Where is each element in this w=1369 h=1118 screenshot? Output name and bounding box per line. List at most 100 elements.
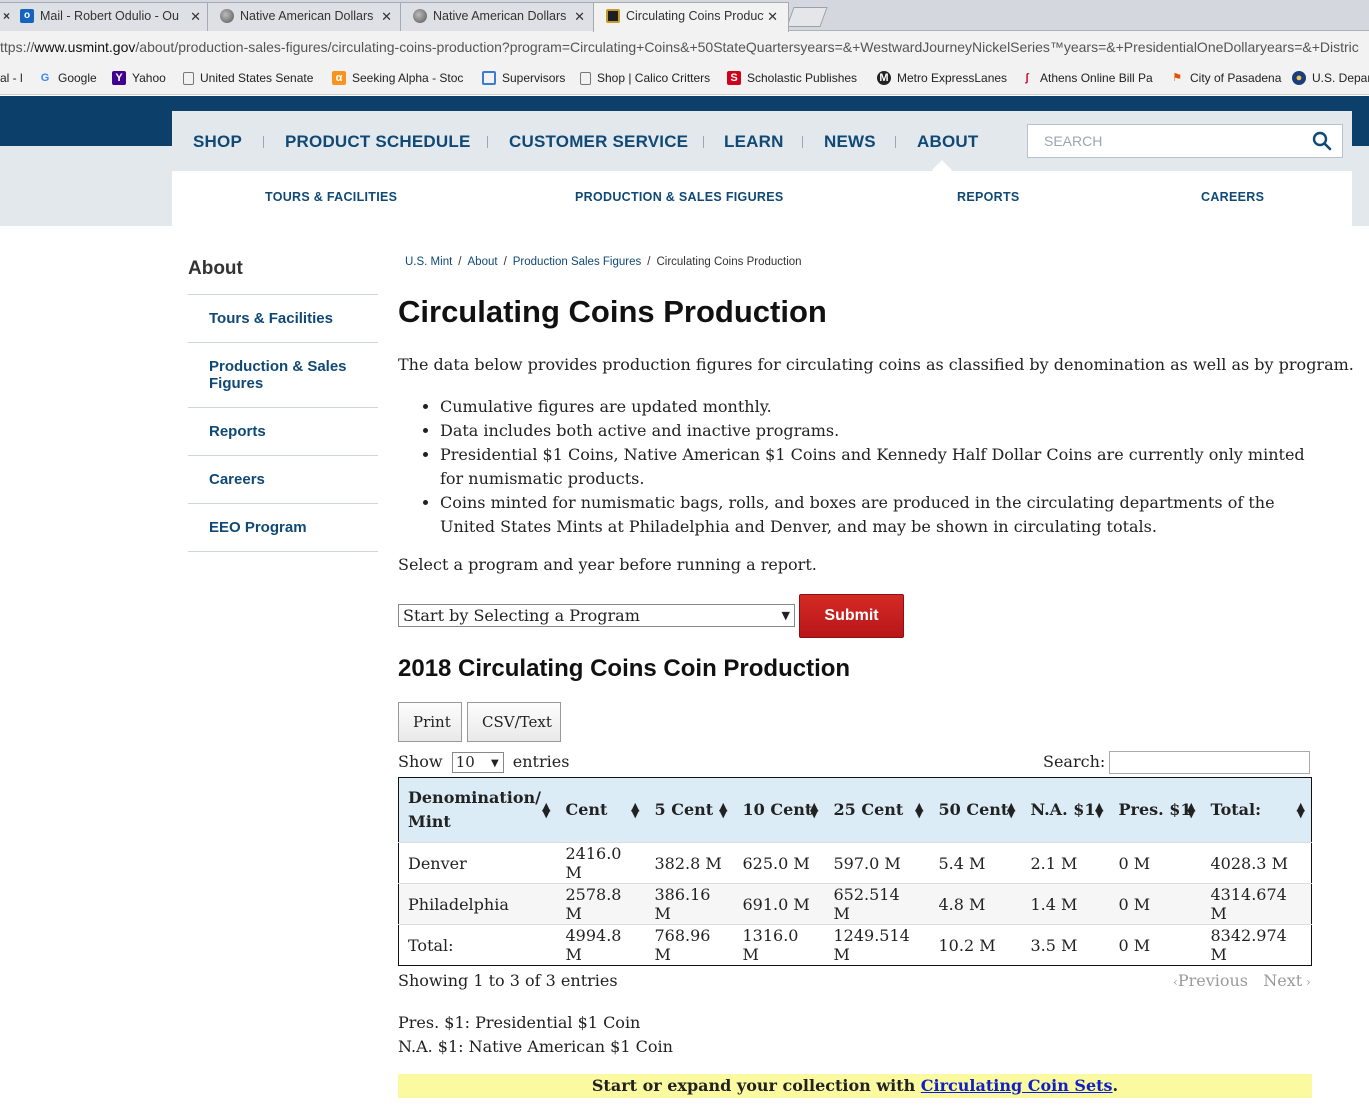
col-header-50-cent[interactable]: 50 Cent ▲ ▼ bbox=[929, 777, 1022, 843]
metro-icon: M bbox=[877, 71, 891, 85]
sidebar-item-tours-facilities[interactable]: Tours & Facilities bbox=[188, 295, 378, 343]
program-select[interactable]: Start by Selecting a Program ▼ bbox=[398, 604, 795, 627]
bookmark-pasadena[interactable]: ⚑ City of Pasadena bbox=[1170, 71, 1281, 85]
breadcrumb: U.S. Mint / About / Production Sales Figures… bbox=[405, 256, 802, 268]
scholastic-icon: S bbox=[727, 71, 741, 85]
bookmark-athens[interactable]: ʃ Athens Online Bill Pa bbox=[1020, 71, 1153, 85]
nav-shop[interactable]: SHOP bbox=[193, 132, 242, 152]
info-bullets: Cumulative figures are updated monthly. … bbox=[440, 395, 1320, 539]
square-icon bbox=[482, 71, 496, 85]
yahoo-icon: Y bbox=[112, 71, 126, 85]
coin-icon bbox=[413, 9, 427, 23]
table-cell: 597.0 M bbox=[824, 842, 930, 884]
alpha-icon: α bbox=[332, 71, 346, 85]
tab-close-icon[interactable]: ✕ bbox=[381, 9, 392, 25]
bookmark-us-dept[interactable]: ● U.S. Depar bbox=[1292, 71, 1369, 85]
bullet-item: Cumulative figures are updated monthly. bbox=[440, 395, 1320, 419]
report-title: 2018 Circulating Coins Coin Production bbox=[398, 655, 851, 682]
table-cell: 0 M bbox=[1109, 842, 1202, 884]
bullet-item: Data includes both active and inactive p… bbox=[440, 419, 1320, 443]
tab-close-icon[interactable]: ✕ bbox=[574, 9, 585, 25]
col-header-na-dollar[interactable]: N.A. $1 ▲ ▼ bbox=[1021, 777, 1110, 843]
bullet-item: Coins minted for numismatic bags, rolls,… bbox=[440, 491, 1320, 539]
table-row: Total: 4994.8 M 768.96 M 1316.0 M 1249.5… bbox=[398, 924, 1312, 966]
sidebar-item-reports[interactable]: Reports bbox=[188, 408, 378, 456]
url-text[interactable]: ttps://www.usmint.gov/about/production-s… bbox=[0, 39, 1359, 55]
col-header-cent[interactable]: Cent ▲ ▼ bbox=[556, 777, 646, 843]
col-header-total[interactable]: Total: ▲ ▼ bbox=[1201, 777, 1312, 843]
breadcrumb-us-mint[interactable]: U.S. Mint bbox=[405, 256, 452, 268]
previous-button[interactable]: Previous bbox=[1178, 971, 1248, 990]
search-icon[interactable] bbox=[1312, 131, 1332, 151]
bookmark-senate[interactable]: United States Senate bbox=[183, 71, 313, 85]
bookmark-calico-critters[interactable]: Shop | Calico Critters bbox=[580, 71, 710, 85]
bookmark-metro[interactable]: M Metro ExpressLanes bbox=[877, 71, 1007, 85]
bookmark-supervisors[interactable]: Supervisors bbox=[482, 71, 565, 85]
tab-close-icon[interactable]: ✕ bbox=[767, 9, 778, 25]
nav-news[interactable]: NEWS bbox=[824, 132, 876, 152]
nav-learn[interactable]: LEARN bbox=[724, 132, 784, 152]
google-icon: G bbox=[40, 72, 50, 84]
legend-na: N.A. $1: Native American $1 Coin bbox=[398, 1037, 673, 1056]
col-header-25-cent[interactable]: 25 Cent ▲ ▼ bbox=[824, 777, 930, 843]
table-cell: Total: bbox=[398, 924, 557, 966]
table-cell: 0 M bbox=[1109, 883, 1202, 925]
subnav-production-sales-figures[interactable]: PRODUCTION & SALES FIGURES bbox=[575, 190, 784, 204]
entries-select[interactable]: 10 ▼ bbox=[451, 752, 504, 773]
nav-customer-service[interactable]: CUSTOMER SERVICE bbox=[509, 132, 688, 152]
nav-product-schedule[interactable]: PRODUCT SCHEDULE bbox=[285, 132, 471, 152]
sidebar-item-careers[interactable]: Careers bbox=[188, 456, 378, 504]
sort-icon: ▲ ▼ bbox=[915, 800, 924, 820]
col-header-5-cent[interactable]: 5 Cent ▲ ▼ bbox=[645, 777, 734, 843]
abbreviation-legend: Pres. $1: Presidential $1 Coin N.A. $1: … bbox=[398, 1011, 673, 1059]
col-header-pres-dollar[interactable]: Pres. $1 ▲ ▼ bbox=[1109, 777, 1202, 843]
table-cell: 382.8 M bbox=[645, 842, 734, 884]
subnav-tours-facilities[interactable]: TOURS & FACILITIES bbox=[265, 190, 397, 204]
athens-icon: ʃ bbox=[1025, 72, 1029, 84]
browser-tab-native-american-2[interactable]: Native American Dollars | ✕ bbox=[400, 2, 596, 31]
breadcrumb-about[interactable]: About bbox=[468, 256, 498, 268]
search-input[interactable] bbox=[1028, 125, 1308, 157]
nav-divider bbox=[263, 136, 264, 148]
col-header-denomination[interactable]: Denomination/ Mint ▲ ▼ bbox=[398, 777, 557, 843]
address-bar[interactable]: ttps://www.usmint.gov/about/production-s… bbox=[0, 31, 1369, 63]
subnav-reports[interactable]: REPORTS bbox=[957, 190, 1020, 204]
table-cell: 8342.974 M bbox=[1201, 924, 1312, 966]
circulating-coin-sets-link[interactable]: Circulating Coin Sets bbox=[921, 1076, 1113, 1095]
sidebar-item-production-sales-figures[interactable]: Production & Sales Figures bbox=[188, 343, 378, 408]
browser-tab-mail[interactable]: × o Mail - Robert Odulio - Ou ✕ bbox=[0, 2, 212, 31]
nav-about[interactable]: ABOUT bbox=[917, 132, 978, 152]
sidebar-item-eeo-program[interactable]: EEO Program bbox=[188, 504, 378, 552]
new-tab-button[interactable] bbox=[786, 7, 828, 27]
next-button[interactable]: Next bbox=[1263, 971, 1302, 990]
breadcrumb-production-sales-figures[interactable]: Production Sales Figures bbox=[513, 256, 641, 268]
table-cell: 2578.8 M bbox=[556, 883, 646, 925]
table-cell: 3.5 M bbox=[1021, 924, 1110, 966]
subnav-careers[interactable]: CAREERS bbox=[1201, 190, 1264, 204]
tab-close-icon[interactable]: ✕ bbox=[190, 9, 201, 25]
csv-button[interactable]: CSV/Text bbox=[467, 702, 561, 742]
table-row: Philadelphia 2578.8 M 386.16 M 691.0 M 6… bbox=[398, 883, 1312, 925]
browser-tab-native-american-1[interactable]: Native American Dollars | ✕ bbox=[207, 2, 403, 31]
bookmark-scholastic[interactable]: S Scholastic Publishes bbox=[727, 71, 857, 85]
bookmark-google[interactable]: G Google bbox=[38, 71, 97, 85]
production-table: Denomination/ Mint ▲ ▼ Cent ▲ ▼ 5 Cent ▲ ▼ 10 … bbox=[398, 777, 1312, 966]
table-info: Showing 1 to 3 of 3 entries bbox=[398, 971, 618, 990]
bookmark-seeking-alpha[interactable]: α Seeking Alpha - Stoc bbox=[332, 71, 463, 85]
table-cell: 4.8 M bbox=[929, 883, 1022, 925]
table-cell: 5.4 M bbox=[929, 842, 1022, 884]
sort-icon: ▲ ▼ bbox=[1187, 800, 1196, 820]
tab-close-icon[interactable]: × bbox=[3, 9, 10, 23]
table-cell: 768.96 M bbox=[645, 924, 734, 966]
page-title: Circulating Coins Production bbox=[398, 294, 827, 329]
col-header-10-cent[interactable]: 10 Cent ▲ ▼ bbox=[733, 777, 825, 843]
table-cell: 1249.514 M bbox=[824, 924, 930, 966]
table-search-input[interactable] bbox=[1109, 751, 1310, 774]
submit-button[interactable]: Submit bbox=[799, 594, 904, 638]
browser-tab-circulating-coins[interactable]: Circulating Coins Product ✕ bbox=[593, 2, 789, 32]
bookmark-yahoo[interactable]: Y Yahoo bbox=[112, 71, 166, 85]
table-cell: 2416.0 M bbox=[556, 842, 646, 884]
print-button[interactable]: Print bbox=[398, 702, 462, 742]
outlook-icon: o bbox=[20, 9, 35, 23]
bookmark-item[interactable]: al - l bbox=[0, 71, 23, 85]
